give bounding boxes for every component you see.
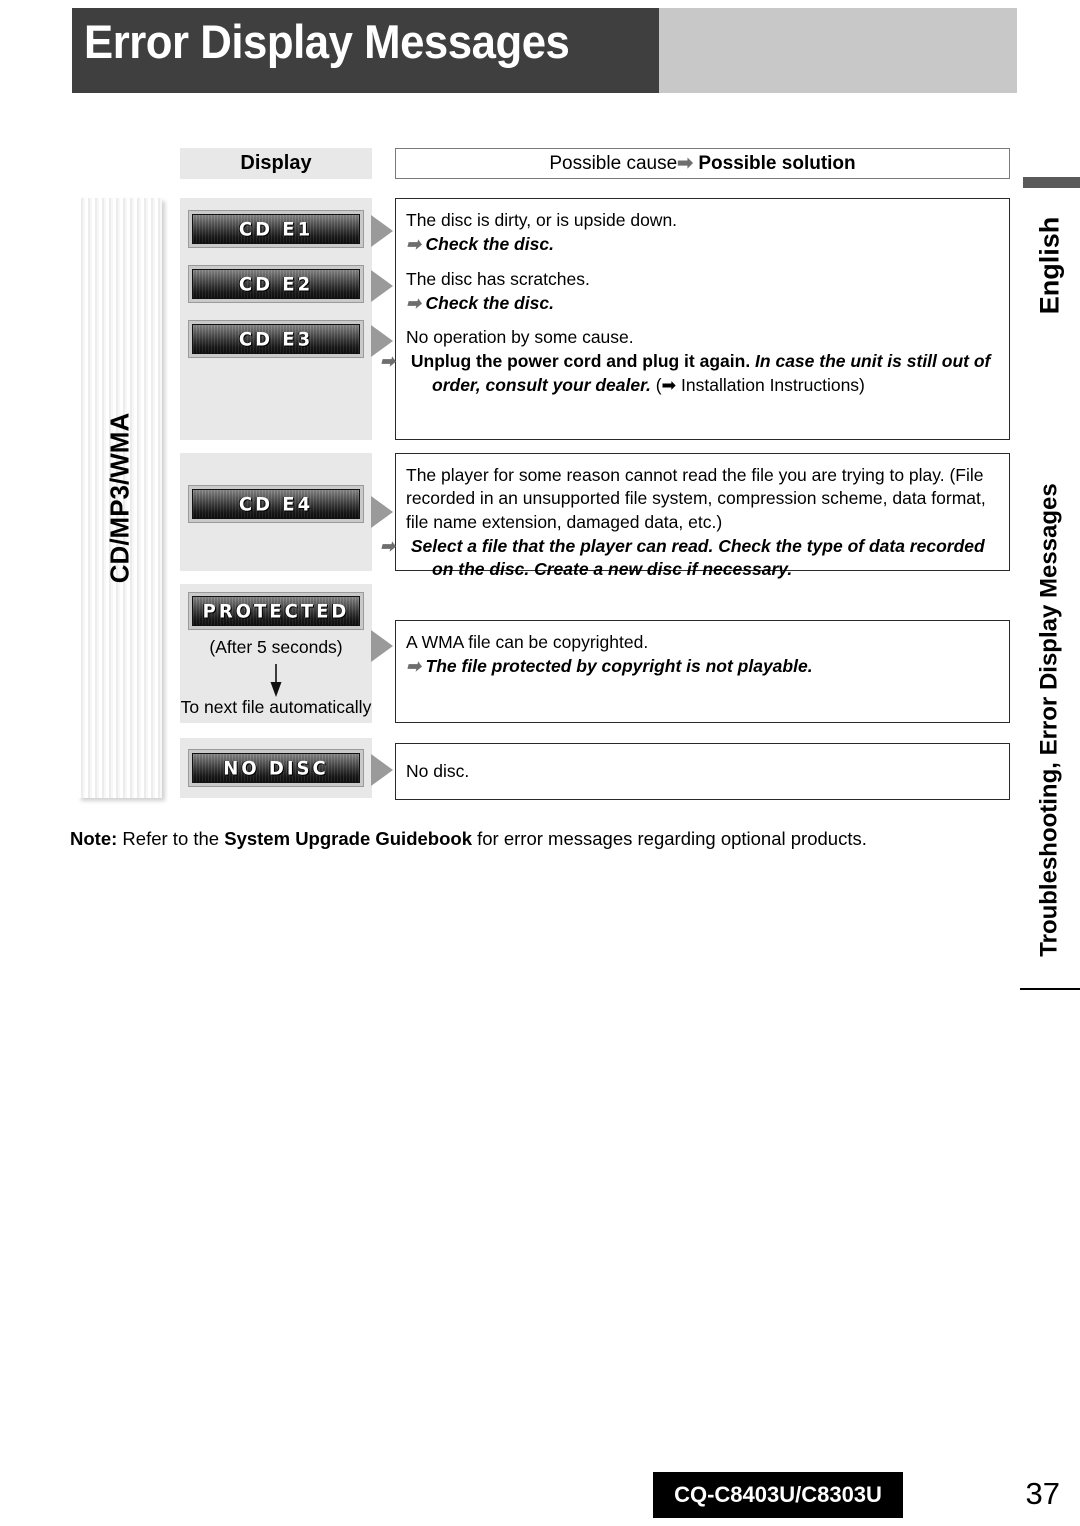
solution-text-e3-a: Unplug the power cord and plug it again. [410, 351, 756, 372]
cause-text-e2: The disc has scratches. [406, 268, 590, 289]
solution-text-e2: Check the disc. [425, 292, 554, 313]
cause-solution-cell-row1: The disc is dirty, or is upside down. ➡ … [380, 198, 1010, 440]
solution-line-protected: ➡ The file protected by copyright is not… [406, 655, 997, 678]
note-prefix: Note: [70, 828, 118, 849]
lcd-text-cd-e4: CD E4 [238, 492, 314, 516]
model-name: CQ-C8403U/C8303U [674, 1482, 882, 1507]
section-label: Troubleshooting, Error Display Messages [1030, 480, 1070, 960]
section-label-text: Troubleshooting, Error Display Messages [1036, 483, 1064, 957]
connector-triangle-e1 [371, 215, 393, 247]
solution-line-e3: ➡ Unplug the power cord and plug it agai… [380, 351, 991, 395]
language-label-text: English [1034, 216, 1065, 314]
footer-note: Note: Refer to the System Upgrade Guideb… [70, 828, 867, 850]
solution-header-text: Possible solution [698, 152, 856, 174]
note-bold-title: System Upgrade Guidebook [224, 828, 472, 849]
arrow-right-icon: ➡ [406, 656, 421, 677]
arrow-right-icon: ➡ [406, 292, 421, 313]
lcd-text-cd-e3: CD E3 [238, 327, 314, 351]
lcd-panel-protected: PROTECTED [188, 592, 364, 630]
protected-next-file-note: To next file automatically [180, 697, 372, 717]
category-tab: CD/MP3/WMA [78, 198, 162, 798]
lcd-text-cd-e2: CD E2 [238, 272, 314, 296]
language-label: English [1030, 200, 1070, 330]
solution-text-e3-c: (➡ Installation Instructions) [650, 374, 865, 395]
note-text-1: Refer to the [117, 828, 225, 849]
model-badge: CQ-C8403U/C8303U [653, 1472, 903, 1518]
arrow-right-icon: ➡ [677, 153, 694, 174]
display-cell-row3: PROTECTED (After 5 seconds) To next file… [180, 584, 372, 723]
cause-text-no-disc: No disc. [406, 761, 470, 781]
lcd-screen: CD E4 [192, 489, 360, 519]
lcd-screen: NO DISC [192, 753, 360, 783]
lcd-screen: CD E2 [192, 269, 360, 299]
page-title: Error Display Messages [84, 15, 570, 68]
connector-triangle-no-disc [371, 754, 393, 786]
cause-solution-cell-row3: A WMA file can be copyrighted. ➡ The fil… [395, 620, 1010, 723]
connector-triangle-e2 [371, 270, 393, 302]
lcd-panel-cd-e2: CD E2 [188, 265, 364, 303]
language-marker-bar [1023, 177, 1080, 188]
cause-text-protected: A WMA file can be copyrighted. [406, 632, 649, 652]
lcd-panel-cd-e3: CD E3 [188, 320, 364, 358]
cause-text-e1: The disc is dirty, or is upside down. [406, 210, 678, 230]
display-cell-row2: CD E4 [180, 453, 372, 571]
column-header-cause-solution: Possible cause ➡ Possible solution [395, 148, 1010, 179]
cause-header-text: Possible cause [549, 152, 678, 174]
lcd-screen: PROTECTED [192, 596, 360, 626]
cause-text-e4: The player for some reason cannot read t… [406, 465, 986, 532]
page-number: 37 [1025, 1476, 1060, 1511]
column-header-display: Display [180, 148, 372, 179]
note-text-2: for error messages regarding optional pr… [471, 828, 867, 849]
connector-triangle-e4 [371, 496, 393, 528]
lcd-panel-cd-e1: CD E1 [188, 210, 364, 248]
solution-text-e4: Select a file that the player can read. … [410, 535, 985, 580]
down-arrow-icon [270, 664, 282, 697]
lcd-screen: CD E1 [192, 214, 360, 244]
lcd-text-no-disc: NO DISC [223, 756, 329, 780]
lcd-screen: CD E3 [192, 324, 360, 354]
lcd-text-protected: PROTECTED [202, 599, 350, 623]
connector-triangle-protected [371, 630, 393, 662]
category-tab-label: CD/MP3/WMA [104, 412, 135, 584]
cause-text-e3: No operation by some cause. [406, 327, 634, 348]
solution-line-e1: ➡ Check the disc. [406, 233, 997, 256]
lcd-panel-no-disc: NO DISC [188, 749, 364, 787]
cause-solution-cell-row2: The player for some reason cannot read t… [380, 453, 1010, 579]
solution-text-e1: Check the disc. [425, 234, 554, 255]
arrow-right-icon: ➡ [406, 234, 421, 255]
display-cell-row1: CD E1 CD E2 CD E3 [180, 198, 372, 440]
protected-timing-note: (After 5 seconds) [209, 637, 343, 657]
cause-solution-cell-row4: No disc. [395, 743, 1010, 800]
lcd-panel-cd-e4: CD E4 [188, 485, 364, 523]
solution-text-protected: The file protected by copyright is not p… [425, 656, 813, 677]
lcd-text-cd-e1: CD E1 [238, 217, 314, 241]
display-cell-row4: NO DISC [180, 738, 372, 798]
solution-line-e2: ➡ Check the disc. [406, 292, 997, 315]
margin-divider [1020, 988, 1080, 990]
solution-line-e4: ➡ Select a file that the player can read… [380, 535, 985, 580]
